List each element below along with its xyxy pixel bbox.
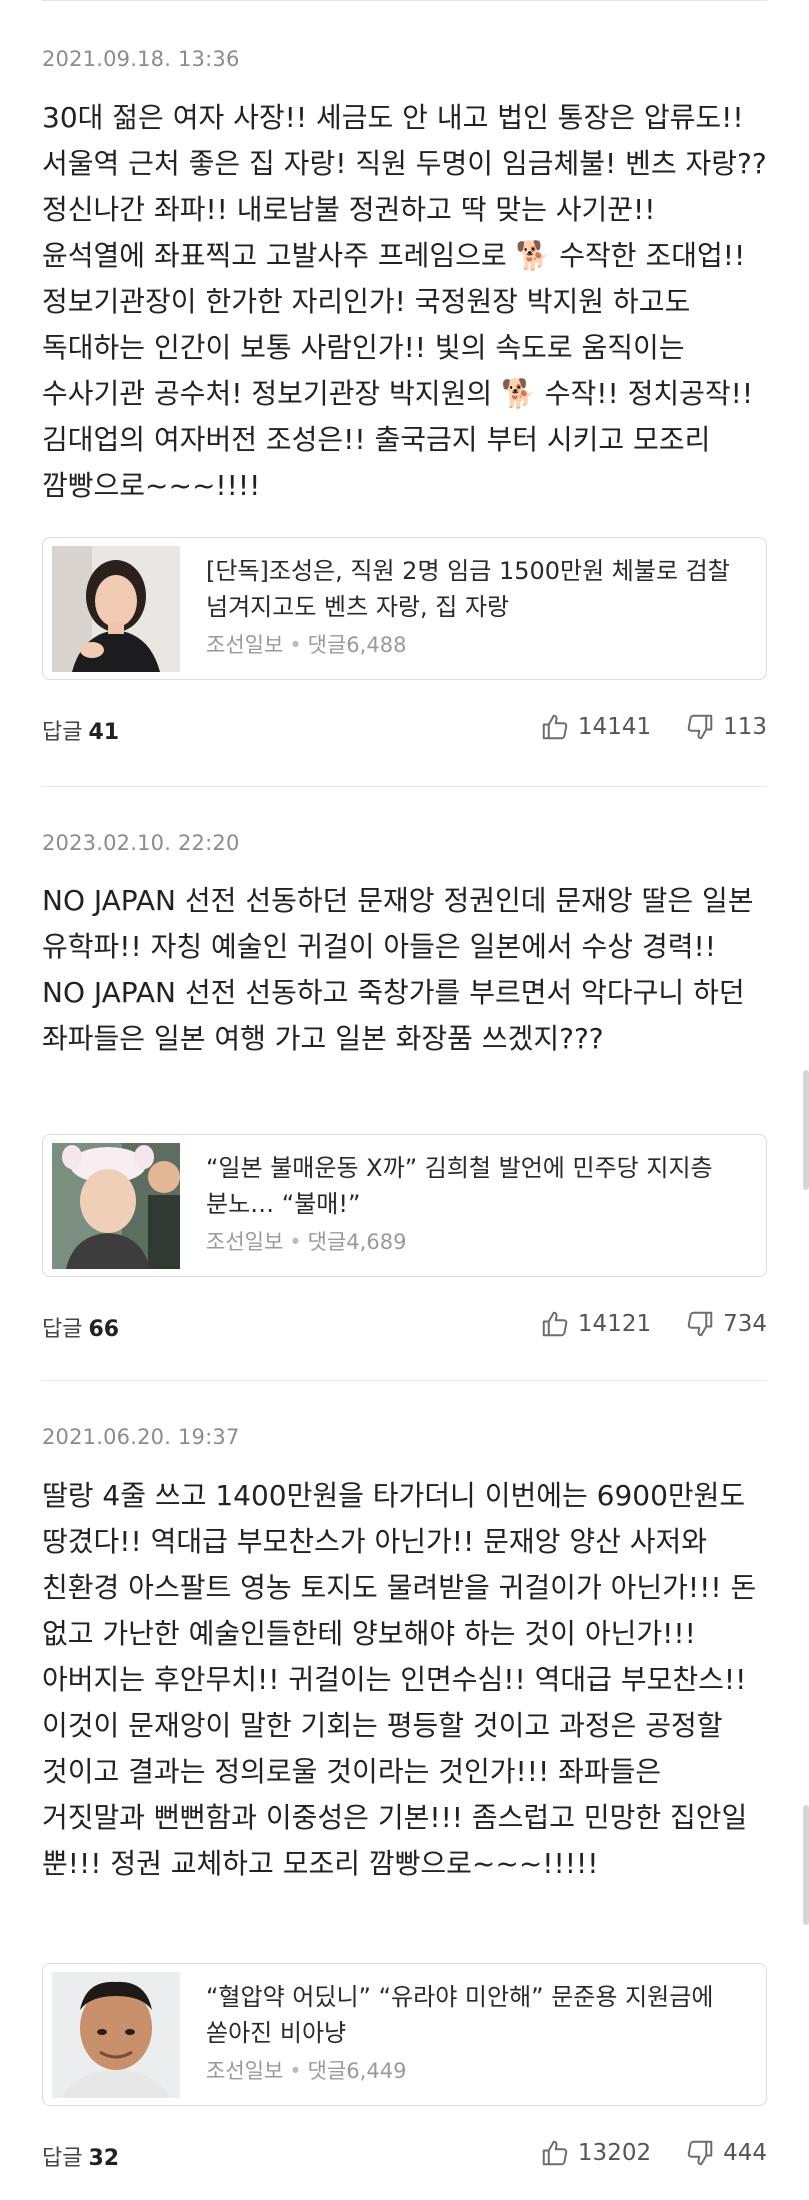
thumbs-up-icon <box>542 2140 568 2166</box>
article-title[interactable]: “일본 불매운동 X까” 김희철 발언에 민주당 지지층 분노… “불매!” <box>206 1150 744 1222</box>
like-button[interactable]: 14121 <box>540 1309 651 1339</box>
dislike-count: 113 <box>723 714 767 740</box>
like-count: 14141 <box>577 714 652 740</box>
like-button[interactable]: 14141 <box>540 712 651 742</box>
dislike-button[interactable]: 734 <box>685 1309 767 1339</box>
article-source: 조선일보 <box>206 1230 284 1254</box>
reply-count: 32 <box>88 2146 120 2171</box>
dislike-button[interactable]: 113 <box>685 712 767 742</box>
dislike-count: 734 <box>723 1311 767 1337</box>
article-meta: 조선일보 • 댓글6,449 <box>206 2059 407 2083</box>
thumbs-up-icon <box>542 1311 568 1337</box>
comment-item: 2021.09.18. 13:36 30대 젊은 여자 사장!! 세금도 안 내… <box>42 0 767 787</box>
thumbs-down-icon <box>687 1311 713 1337</box>
article-meta: 조선일보 • 댓글6,488 <box>206 633 407 657</box>
thumbs-down-icon <box>687 2140 713 2166</box>
comment-timestamp: 2021.09.18. 13:36 <box>42 47 240 71</box>
article-thumbnail <box>52 1972 180 2098</box>
article-thumbnail <box>52 546 180 672</box>
reply-label: 답글 <box>42 1317 83 1342</box>
like-button[interactable]: 13202 <box>540 2138 651 2168</box>
reply-count: 41 <box>88 720 120 745</box>
article-meta: 조선일보 • 댓글4,689 <box>206 1230 407 1254</box>
comment-actions: 답글 32 13202 444 <box>42 2134 767 2174</box>
reply-button[interactable]: 답글 41 <box>42 714 119 746</box>
comment-item: 2021.06.20. 19:37 딸랑 4줄 쓰고 1400만원을 타가더니 … <box>42 1381 767 2200</box>
thumbs-down-icon <box>687 714 713 740</box>
comment-timestamp: 2021.06.20. 19:37 <box>42 1425 240 1449</box>
comment-body: 딸랑 4줄 쓰고 1400만원을 타가더니 이번에는 6900만원도 땅겼다!!… <box>42 1479 757 1880</box>
article-card[interactable]: “일본 불매운동 X까” 김희철 발언에 민주당 지지층 분노… “불매!” 조… <box>42 1134 767 1277</box>
article-title[interactable]: [단독]조성은, 직원 2명 임금 1500만원 체불로 검찰 넘겨지고도 벤츠… <box>206 553 744 625</box>
comment-body: 30대 젊은 여자 사장!! 세금도 안 내고 법인 통장은 압류도!! 서울역… <box>42 101 767 502</box>
article-source: 조선일보 <box>206 2059 284 2083</box>
scrollbar[interactable] <box>803 1070 809 1190</box>
comment-timestamp: 2023.02.10. 22:20 <box>42 831 240 855</box>
reply-label: 답글 <box>42 720 83 745</box>
reply-label: 답글 <box>42 2146 83 2171</box>
dislike-button[interactable]: 444 <box>685 2138 767 2168</box>
article-comment-count: 댓글6,449 <box>307 2059 407 2083</box>
reply-button[interactable]: 답글 66 <box>42 1311 119 1343</box>
article-source: 조선일보 <box>206 633 284 657</box>
comment-actions: 답글 41 14141 113 <box>42 708 767 748</box>
scrollbar[interactable] <box>803 1805 809 1925</box>
comment-body: NO JAPAN 선전 선동하던 문재앙 정권인데 문재앙 딸은 일본 유학파!… <box>42 884 754 1055</box>
article-comment-count: 댓글4,689 <box>307 1230 407 1254</box>
reply-count: 66 <box>88 1317 120 1342</box>
dislike-count: 444 <box>723 2140 767 2166</box>
thumbs-up-icon <box>542 714 568 740</box>
like-count: 14121 <box>577 1311 652 1337</box>
article-card[interactable]: “혈압약 어딨니” “유라야 미안해” 문준용 지원금에 쏟아진 비아냥 조선일… <box>42 1963 767 2106</box>
article-comment-count: 댓글6,488 <box>307 633 407 657</box>
reply-button[interactable]: 답글 32 <box>42 2140 119 2172</box>
like-count: 13202 <box>577 2140 652 2166</box>
comment-item: 2023.02.10. 22:20 NO JAPAN 선전 선동하던 문재앙 정… <box>42 787 767 1381</box>
article-card[interactable]: [단독]조성은, 직원 2명 임금 1500만원 체불로 검찰 넘겨지고도 벤츠… <box>42 537 767 680</box>
article-thumbnail <box>52 1143 180 1269</box>
comment-actions: 답글 66 14121 734 <box>42 1305 767 1345</box>
article-title[interactable]: “혈압약 어딨니” “유라야 미안해” 문준용 지원금에 쏟아진 비아냥 <box>206 1979 744 2051</box>
